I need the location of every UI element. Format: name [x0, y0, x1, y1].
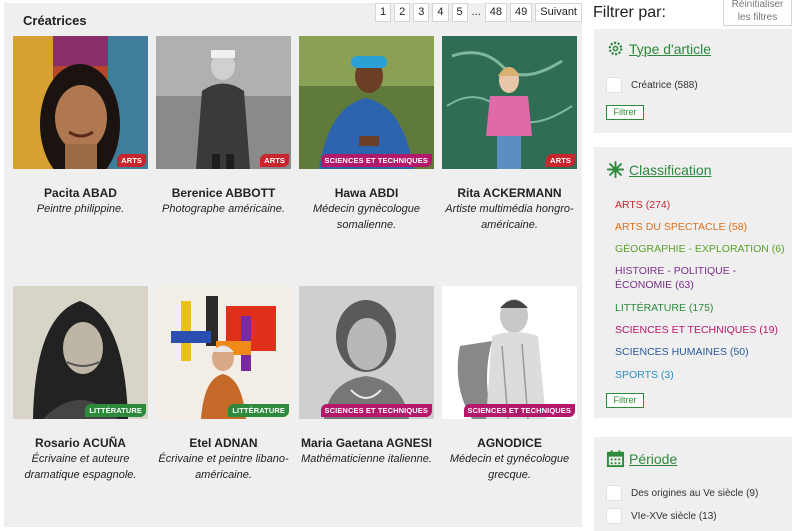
page-link-1[interactable]: 1: [375, 3, 392, 22]
category-badge: ARTS: [546, 154, 575, 167]
type-filter-title[interactable]: Type d'article: [629, 41, 711, 57]
option-label[interactable]: Créatrice (588): [631, 80, 698, 91]
classification-item[interactable]: ARTS (274): [615, 198, 785, 212]
portrait-image: [299, 36, 434, 169]
creator-card[interactable]: SCIENCES ET TECHNIQUES Maria Gaetana AGN…: [299, 286, 434, 506]
portrait-image: [156, 286, 291, 419]
portrait-image: [299, 286, 434, 419]
creator-name[interactable]: Rosario ACUÑA: [7, 436, 154, 450]
page-link-48[interactable]: 48: [484, 3, 508, 22]
classification-item[interactable]: HISTOIRE - POLITIQUE - ÉCONOMIE (63): [615, 264, 785, 292]
creator-photo[interactable]: ARTS: [156, 36, 291, 169]
portrait-image: [442, 36, 577, 169]
snowflake-icon: [606, 160, 625, 179]
main-panel: Créatrices 1 2 3 4 5 ... 48 49 Suivant A…: [4, 3, 582, 527]
page-link-49[interactable]: 49: [510, 3, 533, 22]
category-badge: ARTS: [260, 154, 289, 167]
classification-item[interactable]: GÉOGRAPHIE - EXPLORATION (6): [615, 242, 785, 256]
portrait-image: [442, 286, 577, 419]
filter-option[interactable]: VIe-XVe siècle (13): [606, 508, 717, 524]
classification-item[interactable]: SCIENCES ET TECHNIQUES (19): [615, 323, 785, 337]
type-filter-box: Type d'article Créatrice (588) Filtrer: [594, 29, 792, 133]
page-link-4[interactable]: 4: [432, 3, 449, 22]
creator-name[interactable]: Hawa ABDI: [293, 186, 440, 200]
section-title: Créatrices: [23, 13, 87, 28]
creator-card[interactable]: ARTS Pacita ABAD Peintre philippine.: [13, 36, 148, 256]
option-checkbox[interactable]: [606, 485, 622, 501]
classification-filter-header[interactable]: Classification: [606, 160, 711, 179]
category-badge: LITTÉRATURE: [228, 404, 289, 417]
category-badge: SCIENCES ET TECHNIQUES: [320, 154, 432, 167]
creator-description: Photographe américaine.: [162, 203, 285, 215]
creator-name[interactable]: AGNODICE: [436, 436, 583, 450]
classification-filter-box: Classification ARTS (274) ARTS DU SPECTA…: [594, 147, 792, 418]
creator-card[interactable]: LITTÉRATURE Rosario ACUÑA Écrivaine et a…: [13, 286, 148, 506]
next-page-button[interactable]: Suivant: [535, 3, 582, 22]
classification-filter-submit-button[interactable]: Filtrer: [606, 393, 644, 408]
creator-photo[interactable]: SCIENCES ET TECHNIQUES: [299, 36, 434, 169]
creator-photo[interactable]: ARTS: [13, 36, 148, 169]
type-filter-submit-button[interactable]: Filtrer: [606, 105, 644, 120]
creator-description: Artiste multimédia hongro-américaine.: [445, 203, 574, 231]
creator-description: Écrivaine et auteure dramatique espagnol…: [24, 453, 137, 481]
period-filter-header[interactable]: Période: [606, 449, 677, 468]
category-badge: LITTÉRATURE: [85, 404, 146, 417]
classification-filter-title[interactable]: Classification: [629, 162, 711, 178]
creator-name[interactable]: Etel ADNAN: [150, 436, 297, 450]
category-badge: SCIENCES ET TECHNIQUES: [463, 404, 575, 417]
page-link-2[interactable]: 2: [394, 3, 411, 22]
creator-card[interactable]: ARTS Rita ACKERMANN Artiste multimédia h…: [442, 36, 577, 256]
period-filter-title[interactable]: Période: [629, 451, 677, 467]
category-badge: ARTS: [117, 154, 146, 167]
option-checkbox[interactable]: [606, 508, 622, 524]
type-filter-header[interactable]: Type d'article: [606, 39, 711, 58]
classification-item[interactable]: ARTS DU SPECTACLE (58): [615, 220, 785, 234]
gear-icon: [608, 41, 623, 56]
option-label[interactable]: Des origines au Ve siècle (9): [631, 488, 758, 499]
filter-option[interactable]: Créatrice (588): [606, 77, 698, 93]
portrait-image: [13, 36, 148, 169]
creator-photo[interactable]: SCIENCES ET TECHNIQUES: [442, 286, 577, 419]
page-link-3[interactable]: 3: [413, 3, 430, 22]
creator-name[interactable]: Berenice ABBOTT: [150, 186, 297, 200]
option-label[interactable]: VIe-XVe siècle (13): [631, 511, 717, 522]
reset-filters-button[interactable]: Réinitialiser les filtres: [723, 0, 792, 26]
filter-heading: Filtrer par:: [593, 4, 666, 21]
option-checkbox[interactable]: [606, 77, 622, 93]
portrait-image: [156, 36, 291, 169]
creator-name[interactable]: Pacita ABAD: [7, 186, 154, 200]
classification-item[interactable]: LITTÉRATURE (175): [615, 301, 785, 315]
classification-item[interactable]: SPORTS (3): [615, 368, 785, 382]
creator-photo[interactable]: LITTÉRATURE: [156, 286, 291, 419]
creator-photo[interactable]: SCIENCES ET TECHNIQUES: [299, 286, 434, 419]
classification-item[interactable]: SCIENCES HUMAINES (50): [615, 345, 785, 359]
creator-description: Médecin et gynécologue grecque.: [449, 453, 570, 481]
creator-card[interactable]: ARTS Berenice ABBOTT Photographe américa…: [156, 36, 291, 256]
creator-card[interactable]: LITTÉRATURE Etel ADNAN Écrivaine et pein…: [156, 286, 291, 506]
pagination-ellipsis: ...: [471, 6, 481, 18]
creator-photo[interactable]: ARTS: [442, 36, 577, 169]
calendar-icon: [606, 450, 625, 468]
creator-name[interactable]: Maria Gaetana AGNESI: [293, 436, 440, 450]
page-link-5[interactable]: 5: [451, 3, 468, 22]
category-badge: SCIENCES ET TECHNIQUES: [320, 404, 432, 417]
creator-card[interactable]: SCIENCES ET TECHNIQUES AGNODICE Médecin …: [442, 286, 577, 506]
filter-option[interactable]: Des origines au Ve siècle (9): [606, 485, 758, 501]
portrait-image: [13, 286, 148, 419]
creator-card[interactable]: SCIENCES ET TECHNIQUES Hawa ABDI Médecin…: [299, 36, 434, 256]
creator-description: Peintre philippine.: [36, 203, 125, 215]
pagination: 1 2 3 4 5 ... 48 49 Suivant: [375, 3, 582, 22]
creator-description: Écrivaine et peintre libano-américaine.: [158, 453, 289, 481]
creator-name[interactable]: Rita ACKERMANN: [436, 186, 583, 200]
period-filter-box: Période Des origines au Ve siècle (9) VI…: [594, 437, 792, 531]
creator-description: Médecin gynécologue somalienne.: [312, 203, 421, 231]
creator-photo[interactable]: LITTÉRATURE: [13, 286, 148, 419]
creator-description: Mathématicienne italienne.: [301, 453, 432, 465]
